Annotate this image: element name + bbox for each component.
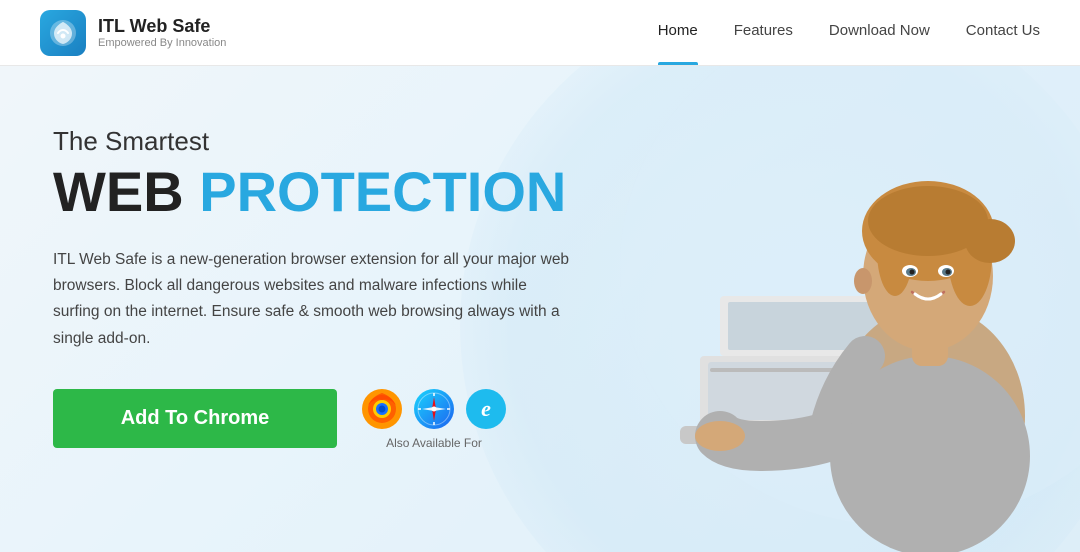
svg-text:e: e — [481, 396, 491, 421]
nav-item-home[interactable]: Home — [658, 22, 698, 43]
ie-icon[interactable]: e — [465, 388, 507, 430]
hero-description: ITL Web Safe is a new-generation browser… — [53, 247, 573, 352]
nav-item-contact[interactable]: Contact Us — [966, 22, 1040, 43]
hero-image — [500, 66, 1080, 552]
logo-text: ITL Web Safe Empowered By Innovation — [98, 16, 226, 49]
main-nav: Home Features Download Now Contact Us — [658, 22, 1040, 43]
nav-item-features[interactable]: Features — [734, 22, 793, 43]
nav-item-download[interactable]: Download Now — [829, 22, 930, 43]
hero-subtitle: The Smartest — [53, 126, 573, 157]
logo-area: ITL Web Safe Empowered By Innovation — [40, 10, 226, 56]
hero-title-protection: PROTECTION — [199, 160, 566, 223]
hero-content: The Smartest WEB PROTECTION ITL Web Safe… — [53, 126, 573, 450]
safari-icon[interactable] — [413, 388, 455, 430]
firefox-icon[interactable] — [361, 388, 403, 430]
logo-icon — [40, 10, 86, 56]
cta-row: Add To Chrome — [53, 388, 573, 450]
logo-subtitle: Empowered By Innovation — [98, 37, 226, 49]
hero-title-web: WEB — [53, 160, 184, 223]
browser-icons-group: e Also Available For — [361, 388, 507, 450]
hero-title: WEB PROTECTION — [53, 161, 573, 223]
hero-section: The Smartest WEB PROTECTION ITL Web Safe… — [0, 66, 1080, 552]
header: ITL Web Safe Empowered By Innovation Hom… — [0, 0, 1080, 66]
add-to-chrome-button[interactable]: Add To Chrome — [53, 389, 337, 448]
browser-icons: e — [361, 388, 507, 430]
also-available-label: Also Available For — [386, 436, 482, 450]
logo-title: ITL Web Safe — [98, 16, 226, 37]
